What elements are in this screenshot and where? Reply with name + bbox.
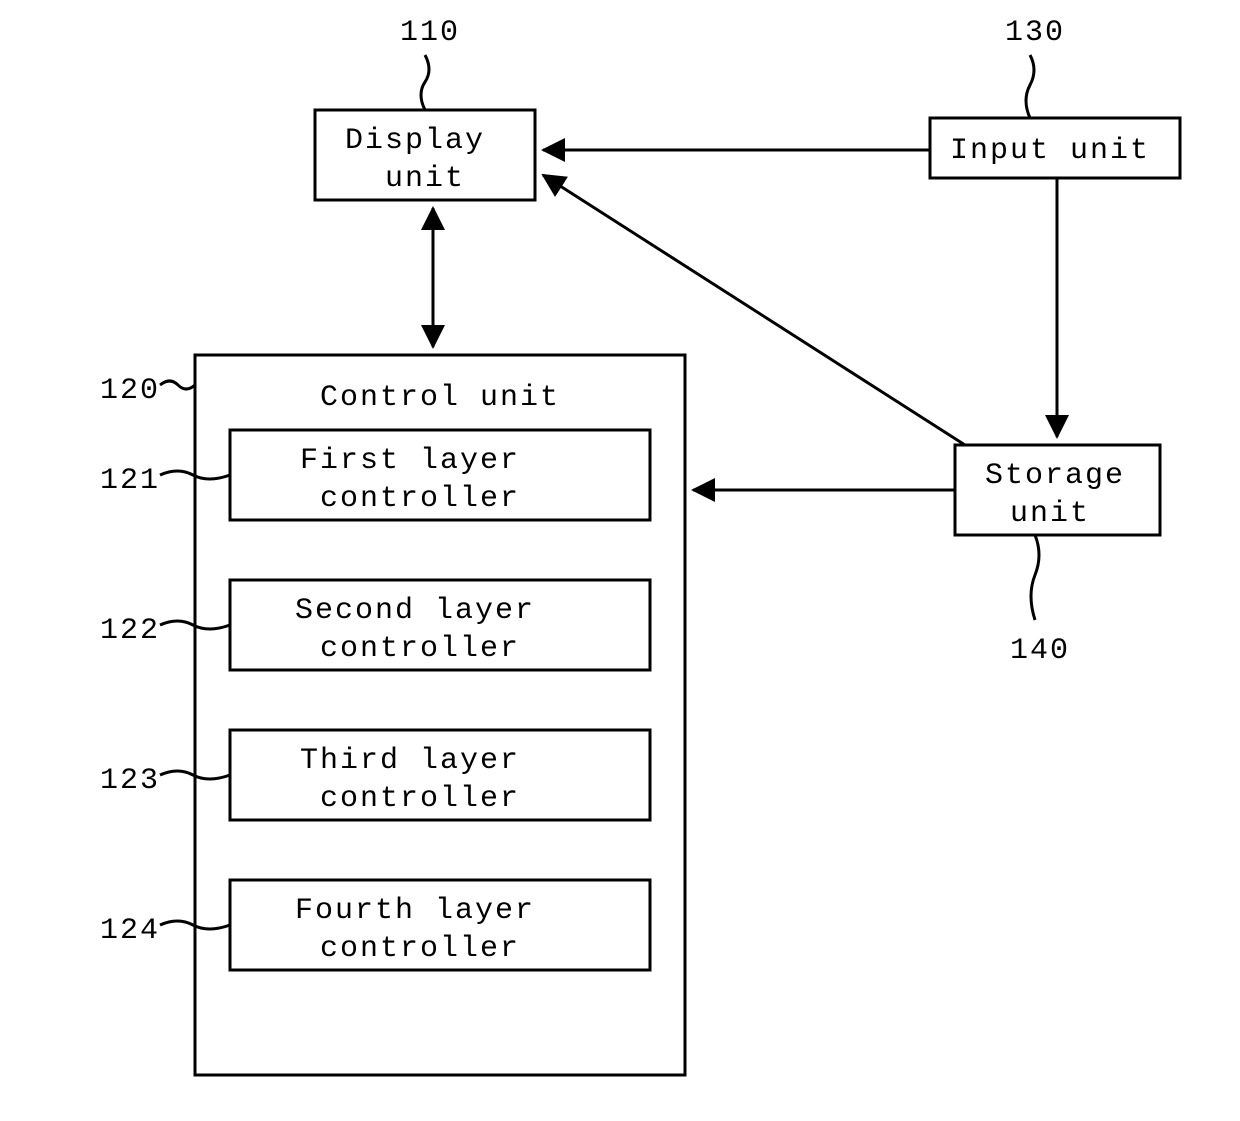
first-layer-label-1: First layer <box>300 444 520 478</box>
storage-unit-label-1: Storage <box>985 459 1125 493</box>
fourth-layer-label-1: Fourth layer <box>295 894 535 928</box>
ref-120: 120 <box>100 374 160 408</box>
input-unit-label: Input unit <box>950 134 1150 168</box>
control-unit-title: Control unit <box>320 381 560 415</box>
ref-123: 123 <box>100 764 160 798</box>
third-layer-label-1: Third layer <box>300 744 520 778</box>
display-unit-label-1: Display <box>345 124 485 158</box>
storage-unit-label-2: unit <box>1010 497 1090 531</box>
ref-110: 110 <box>400 16 460 50</box>
ref-110-leader <box>421 55 429 110</box>
ref-130: 130 <box>1005 16 1065 50</box>
first-layer-label-2: controller <box>320 482 520 516</box>
ref-130-leader <box>1026 55 1034 118</box>
arrow-storage-to-display <box>543 175 965 445</box>
third-layer-label-2: controller <box>320 782 520 816</box>
ref-120-leader <box>160 381 195 389</box>
display-unit-label-2: unit <box>385 162 465 196</box>
ref-140: 140 <box>1010 634 1070 668</box>
fourth-layer-label-2: controller <box>320 932 520 966</box>
block-diagram: Display unit Input unit Storage unit Con… <box>0 0 1240 1116</box>
second-layer-label-1: Second layer <box>295 594 535 628</box>
ref-140-leader <box>1031 535 1039 620</box>
ref-124: 124 <box>100 914 160 948</box>
ref-122: 122 <box>100 614 160 648</box>
second-layer-label-2: controller <box>320 632 520 666</box>
ref-121: 121 <box>100 464 160 498</box>
